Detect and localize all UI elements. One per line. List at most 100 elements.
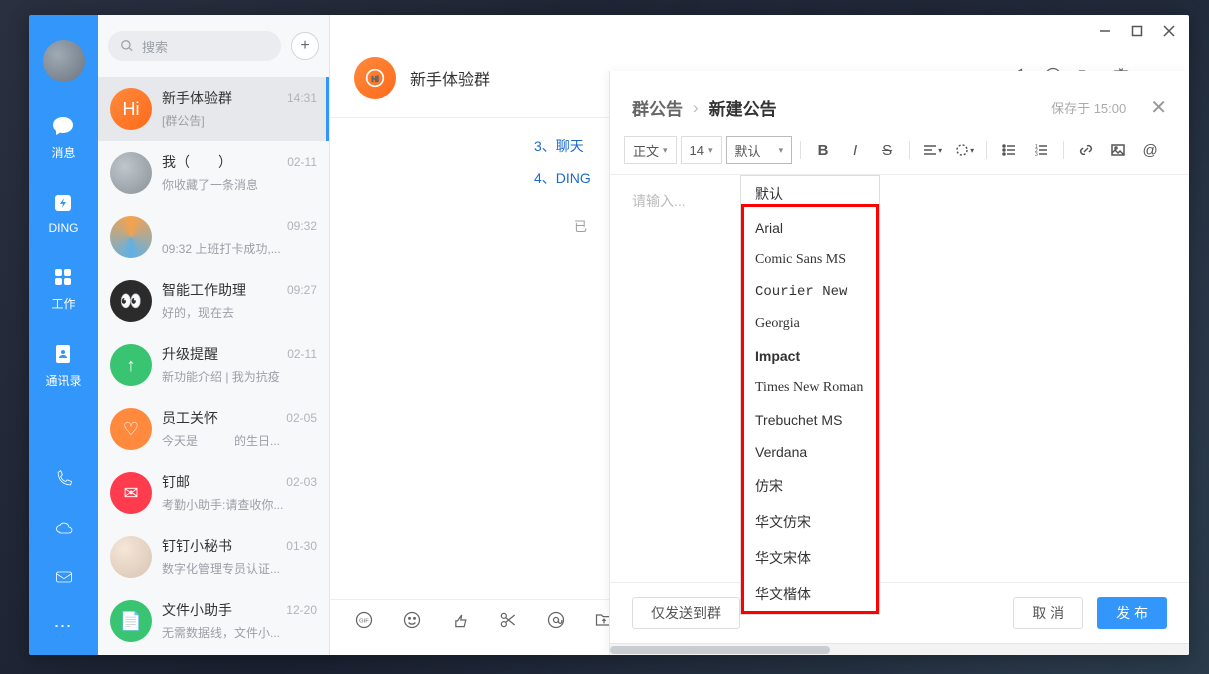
editor-body[interactable]: 请输入... 默认ArialComic Sans MSCourier NewGe…	[610, 175, 1189, 582]
scissors-icon[interactable]	[498, 610, 518, 635]
conversation-avatar: 👀	[110, 280, 152, 322]
conversation-title: 文件小助手	[162, 600, 232, 620]
conversation-avatar: Hi	[110, 88, 152, 130]
gif-icon[interactable]: GIF	[354, 610, 374, 635]
conversation-item[interactable]: 我（ ）02-11你收藏了一条消息	[98, 141, 329, 205]
conversation-preview: 新功能介绍 | 我为抗疫	[162, 368, 317, 385]
font-option[interactable]: 默认	[741, 176, 879, 212]
conversation-avatar: ✉	[110, 472, 152, 514]
align-button[interactable]: ▾	[918, 136, 946, 164]
font-option[interactable]: 华文宋体	[741, 540, 879, 576]
send-to-group-button[interactable]: 仅发送到群	[632, 597, 740, 629]
panel-close-icon[interactable]: ✕	[1150, 95, 1167, 120]
font-option[interactable]: Verdana	[741, 436, 879, 468]
conversation-item[interactable]: ✉钉邮02-03考勤小助手:请查收你...	[98, 461, 329, 525]
mention-button[interactable]: @	[1136, 136, 1164, 164]
list-ol-button[interactable]: 123	[1027, 136, 1055, 164]
insert-image-button[interactable]	[1104, 136, 1132, 164]
conversation-avatar: 📄	[110, 600, 152, 642]
conversation-item[interactable]: Hi 新手体验群 14:31 [群公告]	[98, 77, 329, 141]
window-titlebar	[330, 15, 1189, 51]
breadcrumb-root[interactable]: 群公告	[632, 95, 683, 120]
svg-text:GIF: GIF	[359, 619, 369, 625]
nav-bolt[interactable]: DING	[45, 191, 81, 235]
maximize-button[interactable]	[1131, 24, 1143, 42]
more-icon[interactable]: ⋯	[54, 616, 74, 637]
conversation-preview: [群公告]	[162, 112, 317, 129]
conversation-title	[162, 216, 232, 236]
group-name: 新手体验群	[410, 66, 490, 90]
strikethrough-button[interactable]: S	[873, 136, 901, 164]
svg-text:Hi: Hi	[371, 74, 378, 83]
nav-label: DING	[48, 221, 78, 235]
conversation-title: 升级提醒	[162, 344, 218, 364]
conversation-avatar: ↑	[110, 344, 152, 386]
nav-apps[interactable]: 工作	[45, 265, 81, 312]
conversation-time: 14:31	[287, 91, 317, 105]
search-input[interactable]: 搜索	[108, 31, 281, 61]
thumbs-up-icon[interactable]	[450, 610, 470, 635]
conversation-time: 02-05	[286, 411, 317, 425]
conversation-time: 02-11	[287, 347, 317, 361]
cancel-button[interactable]: 取 消	[1013, 597, 1083, 629]
font-option[interactable]: Courier New	[741, 276, 879, 308]
conversation-item[interactable]: ↑ 升级提醒 02-11 新功能介绍 | 我为抗疫	[98, 333, 329, 397]
font-dropdown: 默认ArialComic Sans MSCourier NewGeorgiaIm…	[740, 175, 880, 615]
conversation-item[interactable]: 钉钉小秘书01-30数字化管理专员认证...	[98, 525, 329, 589]
emoji-icon[interactable]	[402, 610, 422, 635]
search-icon	[120, 39, 134, 53]
font-option[interactable]: 华文楷体	[741, 576, 879, 612]
close-button[interactable]	[1163, 24, 1175, 42]
conversation-preview: 考勤小助手:请查收你...	[162, 496, 317, 513]
font-option[interactable]: 仿宋	[741, 468, 879, 504]
user-avatar[interactable]	[43, 40, 85, 82]
conversation-preview: 数字化管理专员认证...	[162, 560, 317, 577]
font-option[interactable]: Trebuchet MS	[741, 404, 879, 436]
cloud-icon[interactable]	[54, 518, 74, 543]
conversation-item[interactable]: 👀智能工作助理09:27好的，现在去	[98, 269, 329, 333]
breadcrumb-current: 新建公告	[709, 95, 777, 120]
announcement-panel: 群公告 › 新建公告 保存于 15:00 ✕ 正文▾ 14▾ 默认▾ B I S…	[609, 71, 1189, 655]
conversation-title: 新手体验群	[162, 88, 232, 108]
link-button[interactable]	[1072, 136, 1100, 164]
conversation-preview: 09:32 上班打卡成功,...	[162, 240, 317, 257]
conversation-avatar	[110, 216, 152, 258]
bold-button[interactable]: B	[809, 136, 837, 164]
add-button[interactable]: +	[291, 32, 319, 60]
conversation-time: 12-20	[286, 603, 317, 617]
font-option[interactable]: 华文仿宋	[741, 504, 879, 540]
nav-label: 消息	[51, 144, 75, 161]
paragraph-select[interactable]: 正文▾	[624, 136, 677, 164]
color-button[interactable]: ▾	[950, 136, 978, 164]
publish-button[interactable]: 发 布	[1097, 597, 1167, 629]
horizontal-scrollbar[interactable]	[610, 643, 1189, 655]
font-option[interactable]: 宋体	[741, 612, 879, 615]
conversation-avatar: ♡	[110, 408, 152, 450]
italic-button[interactable]: I	[841, 136, 869, 164]
conversation-title: 智能工作助理	[162, 280, 246, 300]
conversation-item[interactable]: 09:3209:32 上班打卡成功,...	[98, 205, 329, 269]
font-option[interactable]: Arial	[741, 212, 879, 244]
chevron-right-icon: ›	[693, 98, 699, 118]
font-option[interactable]: Georgia	[741, 308, 879, 340]
mail-icon[interactable]	[54, 567, 74, 592]
conversation-time: 02-03	[286, 475, 317, 489]
conversation-item[interactable]: ♡员工关怀02-05今天是 的生日...	[98, 397, 329, 461]
search-placeholder: 搜索	[142, 37, 168, 56]
phone-icon[interactable]	[54, 469, 74, 494]
nav-contacts[interactable]: 通讯录	[45, 342, 81, 389]
list-ul-button[interactable]	[995, 136, 1023, 164]
fontsize-select[interactable]: 14▾	[681, 136, 722, 164]
font-select[interactable]: 默认▾	[726, 136, 793, 164]
saved-at-label: 保存于 15:00	[1051, 98, 1126, 117]
minimize-button[interactable]	[1099, 24, 1111, 42]
conversation-item[interactable]: 📄文件小助手12-20无需数据线，文件小...	[98, 589, 329, 653]
panel-footer: 仅发送到群 取 消 发 布	[610, 582, 1189, 643]
group-avatar: Hi	[354, 57, 396, 99]
font-option[interactable]: Impact	[741, 340, 879, 372]
editor-placeholder: 请输入...	[632, 191, 1167, 211]
font-option[interactable]: Comic Sans MS	[741, 244, 879, 276]
nav-message[interactable]: 消息	[45, 114, 81, 161]
font-option[interactable]: Times New Roman	[741, 372, 879, 404]
at-icon[interactable]	[546, 610, 566, 635]
